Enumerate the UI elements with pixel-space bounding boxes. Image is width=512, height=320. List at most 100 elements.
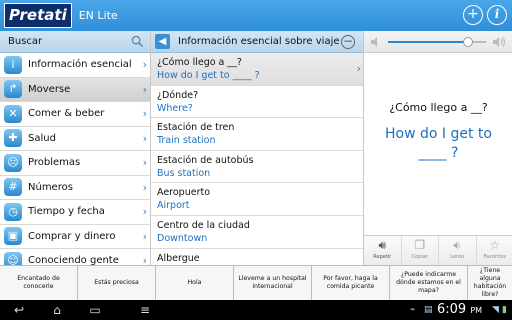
slow-button[interactable]: 🔉︎ Lento: [439, 236, 477, 265]
copy-label: Copiar: [411, 254, 428, 260]
category-item[interactable]: ✕ Comer & beber ›: [0, 102, 150, 127]
fork-knife-icon: ✕: [4, 104, 22, 123]
turn-arrow-icon: ↱: [4, 80, 22, 99]
shopping-icon: ▣: [4, 227, 22, 246]
clock-icon: ◷: [4, 202, 22, 221]
phrase-item[interactable]: Estación de autobús Bus station: [151, 151, 363, 184]
search-icon[interactable]: [131, 35, 144, 48]
phrase-item[interactable]: Estación de tren Train station: [151, 118, 363, 151]
detail-translation-text: How do I get to ____ ?: [385, 126, 492, 161]
chevron-right-icon: ›: [142, 254, 147, 265]
usb-icon: ⌁: [410, 305, 416, 315]
search-label: Buscar: [8, 36, 43, 47]
detail-source-text: ¿Cómo llego a __?: [389, 101, 488, 114]
category-label: Comprar y dinero: [28, 230, 116, 242]
phrase-translation: Airport: [157, 200, 190, 212]
volume-bar: [364, 31, 512, 53]
phrase-item[interactable]: Aeropuerto Airport: [151, 183, 363, 216]
phrase-source: Albergue: [157, 252, 200, 264]
chevron-right-icon: ›: [142, 180, 147, 194]
category-item[interactable]: ☺ Conociendo gente ›: [0, 249, 150, 265]
chevron-right-icon: ›: [356, 62, 361, 75]
category-label: Moverse: [28, 83, 71, 95]
phrase-item[interactable]: ¿Dónde? Where?: [151, 86, 363, 119]
repeat-label: Repetir: [373, 254, 392, 260]
notification-icon: ▤: [424, 305, 433, 315]
battery-icon: ▮: [502, 305, 507, 315]
info-circle-icon[interactable]: i: [487, 5, 507, 25]
phrase-source: ¿Cómo llego a __?: [157, 57, 242, 68]
quick-phrases-bar: Encantado de conocerle Estás preciosa Ho…: [0, 265, 512, 300]
volume-slider-fill: [388, 41, 469, 43]
category-item[interactable]: i Información esencial ›: [0, 53, 150, 78]
search-bar[interactable]: Buscar: [0, 31, 150, 53]
clock-time: 6:09: [437, 302, 467, 317]
system-bar: ↩ ⌂ ▭ ≡ ⌁ ▤ 6:09 PM ◥ ▮: [0, 300, 512, 320]
info-icon: i: [4, 55, 22, 74]
star-icon: ☆: [489, 238, 501, 252]
phrase-translation: How do I get to ____ ?: [157, 70, 260, 81]
speaker-low-icon: [371, 37, 377, 47]
add-circle-icon[interactable]: +: [463, 5, 483, 25]
chevron-right-icon: ›: [142, 107, 147, 120]
clock: 6:09 PM: [437, 302, 482, 317]
sad-face-icon: ☹: [4, 153, 22, 172]
copy-button[interactable]: ❐ Copiar: [402, 236, 439, 265]
quick-phrase-button[interactable]: ¿Puede indicarme dónde estamos en el map…: [390, 266, 468, 300]
category-item[interactable]: ↱ Moverse ›: [0, 77, 150, 102]
quick-phrase-button[interactable]: Hola: [156, 266, 234, 300]
health-icon: ✚: [4, 129, 22, 148]
category-item[interactable]: ◷ Tiempo y fecha ›: [0, 200, 150, 225]
category-label: Salud: [28, 132, 56, 144]
numbers-icon: #: [4, 178, 22, 197]
phrase-translation: Downtown: [157, 232, 208, 244]
category-label: Problemas: [28, 157, 81, 169]
quick-phrase-button[interactable]: ¿Tiene alguna habitación libre?: [468, 266, 512, 300]
back-arrow-icon[interactable]: ◀: [155, 34, 170, 49]
category-label: Números: [28, 181, 73, 193]
quick-phrase-button[interactable]: Estás preciosa: [78, 266, 156, 300]
chevron-right-icon: ›: [142, 156, 147, 169]
quick-phrase-button[interactable]: Lleveme a un hospital internacional: [234, 266, 312, 300]
phrase-panel-header: ◀ Información esencial sobre viaje −: [151, 31, 363, 53]
app-logo: Pretati: [4, 3, 72, 28]
phrase-translation: Train station: [157, 135, 216, 147]
category-item[interactable]: ▣ Comprar y dinero ›: [0, 225, 150, 249]
phrase-panel-title: Información esencial sobre viaje: [178, 36, 340, 47]
category-item[interactable]: # Números ›: [0, 176, 150, 200]
phrase-panel: ◀ Información esencial sobre viaje − ¿Có…: [150, 31, 363, 265]
title-bar: Pretati EN Lite + i: [0, 0, 512, 31]
menu-nav-icon[interactable]: ≡: [136, 303, 154, 317]
quick-phrase-button[interactable]: Por favor, haga la comida picante: [312, 266, 390, 300]
favorites-label: Favoritos: [483, 254, 507, 260]
phrase-source: Aeropuerto: [157, 187, 211, 199]
category-label: Tiempo y fecha: [28, 206, 105, 218]
phrase-item[interactable]: Albergue: [151, 249, 363, 265]
app-edition: EN Lite: [78, 9, 118, 22]
category-item[interactable]: ☹ Problemas ›: [0, 151, 150, 176]
back-nav-icon[interactable]: ↩: [10, 303, 28, 317]
category-panel: Buscar i Información esencial › ↱ Movers…: [0, 31, 150, 265]
collapse-icon[interactable]: −: [341, 35, 355, 49]
repeat-button[interactable]: 🔊︎ Repetir: [364, 236, 402, 265]
category-item[interactable]: ✚ Salud ›: [0, 127, 150, 151]
slow-label: Lento: [450, 254, 465, 260]
phrase-source: Estación de autobús: [157, 154, 254, 166]
favorites-button[interactable]: ☆ Favoritos: [477, 236, 512, 265]
slow-speaker-icon: 🔉︎: [453, 238, 462, 252]
detail-actions: 🔊︎ Repetir ❐ Copiar 🔉︎ Lento ☆ Favoritos: [364, 235, 512, 265]
speaker-icon: 🔊︎: [378, 238, 387, 252]
chevron-right-icon: ›: [142, 205, 147, 218]
quick-phrase-button[interactable]: Encantado de conocerle: [0, 266, 78, 300]
clock-suffix: PM: [470, 306, 483, 315]
phrase-source: ¿Dónde?: [157, 89, 199, 101]
home-nav-icon[interactable]: ⌂: [48, 303, 66, 317]
volume-slider[interactable]: [388, 37, 486, 47]
category-label: Conociendo gente: [28, 255, 119, 265]
phrase-item[interactable]: Centro de la ciudad Downtown: [151, 216, 363, 249]
volume-slider-thumb[interactable]: [463, 37, 474, 47]
detail-panel: ¿Cómo llego a __? How do I get to ____ ?…: [363, 31, 512, 265]
wifi-icon: ◥: [492, 305, 499, 315]
phrase-item[interactable]: ¿Cómo llego a __? How do I get to ____ ?…: [151, 53, 363, 86]
recent-apps-icon[interactable]: ▭: [86, 303, 104, 317]
